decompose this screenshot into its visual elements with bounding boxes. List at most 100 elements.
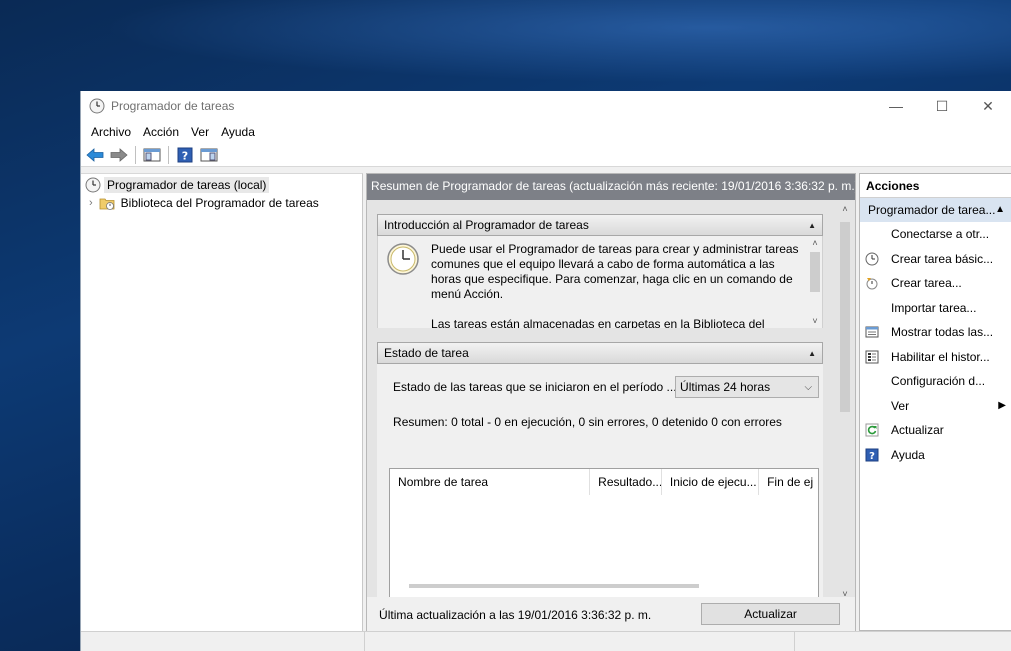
action-label: Habilitar el histor...	[891, 349, 990, 364]
period-select[interactable]: Últimas 24 horas ⌵	[675, 376, 820, 398]
action-label: Mostrar todas las...	[891, 325, 994, 340]
scroll-thumb[interactable]	[810, 252, 821, 292]
menu-ayuda[interactable]: Ayuda	[215, 121, 261, 143]
intro-section-title: Introducción al Programador de tareas	[384, 218, 589, 232]
chevron-down-icon: ⌵	[804, 381, 813, 393]
back-icon	[86, 147, 104, 162]
blank-icon	[864, 398, 880, 414]
action-configure[interactable]: Configuración d...	[860, 369, 1011, 394]
svg-text:?: ?	[182, 149, 188, 162]
action-label: Crear tarea básic...	[891, 251, 994, 266]
show-hide-action-pane-icon	[200, 148, 218, 161]
status-bar	[81, 631, 1011, 651]
intro-section: Introducción al Programador de tareas ▲ …	[377, 214, 824, 328]
blank-icon	[864, 300, 880, 316]
task-table[interactable]: Nombre de tarea Resultado... Inicio de e…	[389, 468, 820, 618]
task-status-section: Estado de tarea ▲ Estado de las tareas q…	[377, 342, 824, 618]
action-help[interactable]: ? Ayuda	[860, 443, 1011, 468]
title-bar[interactable]: Programador de tareas — ☐ ✕	[81, 91, 1011, 121]
forward-button[interactable]	[108, 145, 130, 165]
column-header[interactable]: Resultado...	[590, 469, 662, 495]
tree-item-label: Programador de tareas (local)	[104, 177, 270, 193]
scroll-up-icon[interactable]: ˄	[808, 236, 822, 250]
action-refresh[interactable]: Actualizar	[860, 418, 1011, 443]
help-icon: ?	[177, 147, 193, 162]
status-cell	[365, 632, 795, 651]
show-hide-action-pane-button[interactable]	[198, 145, 220, 165]
action-show-running-tasks[interactable]: Mostrar todas las...	[860, 320, 1011, 345]
menu-bar: Archivo Acción Ver Ayuda	[81, 121, 1011, 143]
action-label: Configuración d...	[891, 374, 986, 389]
menu-ver[interactable]: Ver	[185, 121, 215, 143]
action-label: Actualizar	[891, 423, 944, 438]
action-create-basic-task[interactable]: Crear tarea básic...	[860, 247, 1011, 272]
help-icon: ?	[864, 447, 880, 463]
enable-history-icon	[864, 349, 880, 365]
close-button[interactable]: ✕	[965, 91, 1011, 121]
show-hide-console-tree-icon	[143, 148, 161, 161]
tree-item-library[interactable]: › Biblioteca del Programador de tareas	[89, 194, 322, 212]
intro-scrollbar[interactable]: ˄ ˅	[808, 236, 823, 328]
summary-footer: Última actualización a las 19/01/2016 3:…	[367, 597, 856, 631]
show-running-tasks-icon	[864, 324, 880, 340]
blank-icon	[864, 226, 880, 242]
maximize-button[interactable]: ☐	[919, 91, 965, 121]
window-title: Programador de tareas	[111, 99, 235, 113]
actions-pane: Acciones Programador de tarea... ▲ Conec…	[859, 173, 1011, 631]
update-button[interactable]: Actualizar	[701, 603, 841, 625]
status-cell	[81, 632, 365, 651]
status-summary: Resumen: 0 total - 0 en ejecución, 0 sin…	[393, 415, 782, 429]
minimize-button[interactable]: —	[873, 91, 919, 121]
scroll-up-icon[interactable]: ˄	[837, 204, 853, 214]
console-tree: Programador de tareas (local) › Bibliote…	[81, 173, 364, 631]
action-view[interactable]: Ver ▶	[860, 394, 1011, 419]
action-label: Crear tarea...	[891, 276, 962, 291]
column-header[interactable]: Fin de ej	[759, 469, 818, 495]
toolbar: ?	[81, 143, 1011, 167]
action-enable-history[interactable]: Habilitar el histor...	[860, 345, 1011, 370]
table-horizontal-scroll-thumb[interactable]	[409, 584, 700, 588]
back-button[interactable]	[84, 145, 106, 165]
folder-clock-icon	[99, 198, 115, 210]
tree-item-label: Biblioteca del Programador de tareas	[120, 196, 319, 210]
intro-paragraph: Puede usar el Programador de tareas para…	[431, 242, 799, 301]
column-header[interactable]: Nombre de tarea	[390, 469, 591, 495]
column-header[interactable]: Inicio de ejecu...	[662, 469, 760, 495]
period-label: Estado de las tareas que se iniciaron en…	[393, 380, 677, 394]
summary-scrollbar[interactable]: ˄ ˅	[837, 204, 853, 599]
scroll-thumb[interactable]	[840, 222, 851, 412]
clock-icon	[85, 177, 101, 193]
actions-group-header[interactable]: Programador de tarea... ▲	[860, 198, 1011, 222]
menu-archivo[interactable]: Archivo	[85, 121, 137, 143]
action-label: Conectarse a otr...	[891, 227, 990, 242]
action-label: Ver	[891, 398, 910, 413]
blank-icon	[864, 373, 880, 389]
clock-icon	[89, 98, 105, 114]
task-status-header[interactable]: Estado de tarea ▲	[377, 342, 824, 364]
show-hide-console-tree-button[interactable]	[141, 145, 163, 165]
create-task-icon	[864, 275, 880, 291]
intro-text: Puede usar el Programador de tareas para…	[431, 242, 803, 328]
scroll-down-icon[interactable]: ˅	[808, 314, 822, 328]
toolbar-separator	[135, 145, 136, 164]
intro-paragraph: Las tareas están almacenadas en carpetas…	[431, 317, 765, 328]
action-label: Importar tarea...	[891, 300, 977, 315]
task-scheduler-window: Programador de tareas — ☐ ✕ Archivo Acci…	[80, 91, 1011, 651]
forward-icon	[110, 147, 128, 162]
action-import-task[interactable]: Importar tarea...	[860, 296, 1011, 321]
collapse-arrow-icon[interactable]: ▲	[808, 349, 816, 358]
collapse-arrow-icon[interactable]: ▲	[808, 221, 816, 230]
collapse-arrow-icon[interactable]: ▲	[995, 198, 1005, 222]
action-create-task[interactable]: Crear tarea...	[860, 271, 1011, 296]
submenu-arrow-icon: ▶	[998, 400, 1006, 412]
period-select-value: Últimas 24 horas	[680, 380, 771, 394]
action-connect[interactable]: Conectarse a otr...	[860, 222, 1011, 247]
summary-header: Resumen de Programador de tareas (actual…	[367, 174, 856, 200]
help-button[interactable]: ?	[174, 145, 196, 165]
menu-accion[interactable]: Acción	[137, 121, 185, 143]
tree-item-root[interactable]: Programador de tareas (local)	[85, 176, 270, 194]
expand-chevron-icon[interactable]: ›	[89, 197, 93, 209]
large-clock-icon	[387, 243, 419, 275]
intro-body: Puede usar el Programador de tareas para…	[377, 236, 824, 328]
intro-section-header[interactable]: Introducción al Programador de tareas ▲	[377, 214, 824, 236]
